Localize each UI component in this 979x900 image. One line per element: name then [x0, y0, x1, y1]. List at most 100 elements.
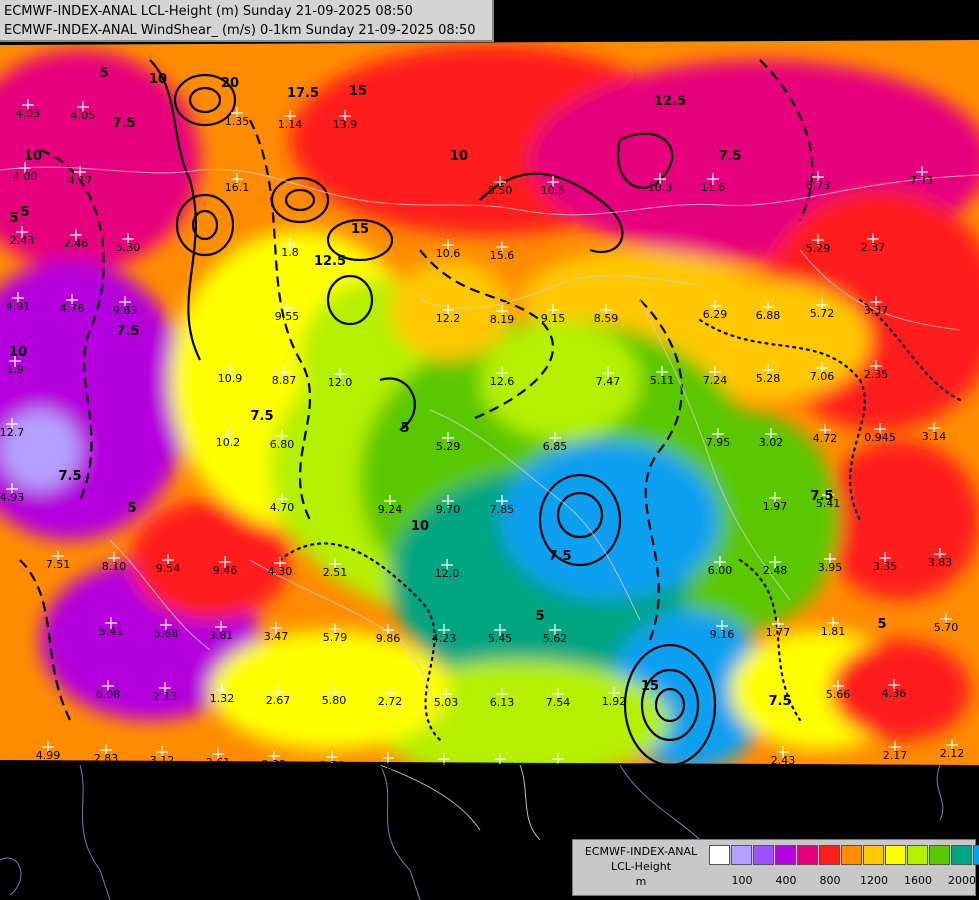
contour-label: 5 [9, 211, 18, 226]
station-value: 8.87 [272, 374, 297, 387]
station-value: 6.85 [543, 440, 568, 453]
legend-swatch [951, 845, 972, 865]
station-value: 3.95 [818, 561, 843, 574]
station-value: 4.19 [432, 761, 457, 774]
station-value: 5.03 [434, 696, 459, 709]
station-value: 2.43 [771, 754, 796, 767]
station-value: 4.99 [36, 749, 61, 762]
lcl-height-title: ECMWF-INDEX-ANAL LCL-Height (m) Sunday 2… [4, 4, 413, 19]
station-value: 12.0 [435, 567, 460, 580]
station-value: 2.13 [153, 690, 178, 703]
legend-label: 1600 [904, 874, 932, 887]
station-value: 2.22 [262, 758, 287, 771]
contour-label: 7.5 [58, 469, 81, 484]
contour-label: 15 [351, 222, 369, 237]
station-value: 6.08 [96, 688, 121, 701]
station-value: 1.97 [763, 500, 788, 513]
station-value: 4.03 [16, 107, 41, 120]
station-value: 5.70 [934, 621, 959, 634]
contour-label: 10 [450, 149, 468, 164]
station-value: 2.43 [10, 234, 35, 247]
contour-label: 7.5 [810, 489, 833, 504]
station-value: 4.70 [270, 501, 295, 514]
station-value: 3.35 [873, 560, 898, 573]
station-value: 16.1 [225, 181, 250, 194]
station-value: 2.51 [323, 566, 348, 579]
station-value: 12.6 [490, 375, 515, 388]
station-value: 8.59 [594, 312, 619, 325]
station-value: 11.6 [701, 181, 726, 194]
contour-label: 10 [411, 519, 429, 534]
legend-swatch [709, 845, 730, 865]
station-value: 4.30 [268, 565, 293, 578]
legend-unit: m [635, 875, 647, 888]
station-value: 3.81 [209, 629, 234, 642]
legend-labels: 100 400 800 1200 1600 2000 [709, 874, 977, 888]
legend-swatch [885, 845, 906, 865]
legend: ECMWF-INDEX-ANAL LCL-Height m 100 400 800 1… [572, 839, 979, 896]
station-value: 5.11 [650, 374, 675, 387]
station-value: 4.17 [68, 174, 93, 187]
station-value: 2.17 [883, 749, 908, 762]
station-value: 4.23 [432, 632, 457, 645]
station-value: 9.54 [156, 562, 181, 575]
station-value: 6.61 [488, 761, 513, 774]
station-value: 4.00 [13, 170, 38, 183]
station-value: 1.32 [210, 692, 235, 705]
station-value: 1.81 [821, 625, 846, 638]
map-title-box: ECMWF-INDEX-ANAL LCL-Height (m) Sunday 2… [0, 0, 494, 42]
station-value: 7.51 [46, 558, 71, 571]
contour-label: 7.5 [548, 549, 571, 564]
weather-map: 4.03 4.05 1.35 1.14 13.9 4.00 4.17 16.1 8.50 10.5… [0, 0, 979, 900]
contour-label: 7.5 [116, 324, 139, 339]
legend-swatch [797, 845, 818, 865]
legend-swatch [841, 845, 862, 865]
station-value: 6.02 [546, 761, 571, 774]
station-value: 5.41 [99, 625, 124, 638]
station-value: 5.30 [116, 241, 141, 254]
contour-label: 7.5 [768, 694, 791, 709]
station-value: 7.54 [546, 696, 571, 709]
station-value: 3.47 [264, 630, 289, 643]
station-value: 10.2 [216, 436, 241, 449]
legend-swatch [753, 845, 774, 865]
legend-swatch [731, 845, 752, 865]
station-value: 4.05 [71, 109, 96, 122]
station-value: 3.37 [864, 304, 889, 317]
station-value: 2.61 [206, 756, 231, 769]
station-value: 7.06 [810, 370, 835, 383]
station-value: 10.3 [648, 181, 673, 194]
station-value: 10.9 [218, 372, 243, 385]
legend-model: ECMWF-INDEX-ANAL [584, 845, 698, 858]
contour-label: 12.5 [654, 94, 686, 109]
station-value: 6.73 [806, 179, 831, 192]
contour-label: 7.5 [718, 149, 741, 164]
station-value: 2.72 [378, 695, 403, 708]
station-value: 9.24 [378, 503, 403, 516]
legend-label: 2000 [948, 874, 976, 887]
station-value: 9.83 [113, 304, 138, 317]
station-value: 5.72 [810, 307, 835, 320]
station-value: 4.93 [0, 491, 24, 504]
station-value: 5.29 [806, 242, 831, 255]
station-value: 4.76 [60, 302, 85, 315]
station-value: 3.02 [376, 760, 401, 773]
station-value: 7.47 [596, 375, 621, 388]
contour-label: 5 [400, 421, 409, 436]
contour-label: 5 [877, 617, 886, 632]
station-value: 1.35 [225, 115, 250, 128]
station-value: 1.8 [281, 246, 299, 259]
station-value: 1.77 [766, 626, 791, 639]
legend-label: 800 [819, 874, 841, 887]
station-value: 3.12 [150, 754, 175, 767]
station-value: 8.10 [102, 560, 127, 573]
station-value: 4.91 [6, 300, 31, 313]
station-value: 12.0 [328, 376, 353, 389]
station-value: 6.88 [756, 309, 781, 322]
station-value: 2.37 [861, 241, 886, 254]
station-value: 3.83 [928, 556, 953, 569]
legend-swatch [973, 845, 979, 865]
station-value: 9.15 [541, 312, 566, 325]
station-value: 5.79 [323, 631, 348, 644]
station-value: 2.46 [64, 237, 89, 250]
